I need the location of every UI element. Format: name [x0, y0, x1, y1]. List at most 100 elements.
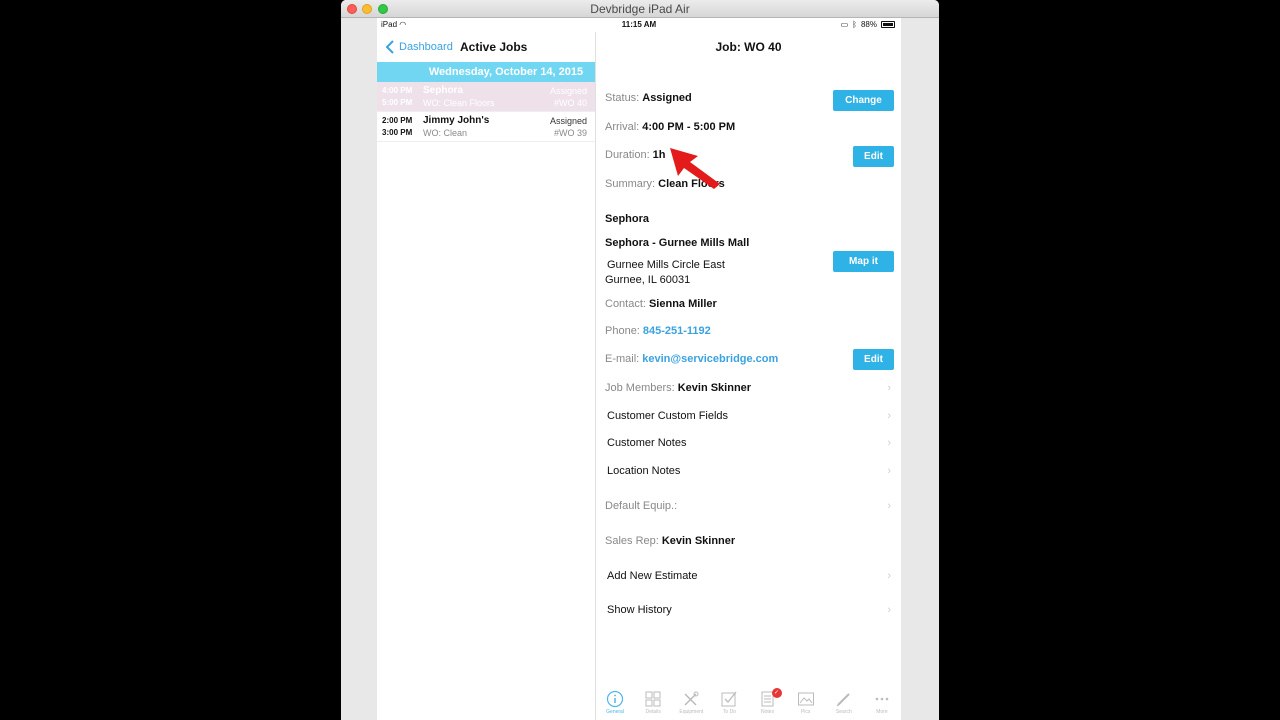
tab-details[interactable]: Details [635, 690, 671, 715]
customer-notes-row[interactable]: Customer Notes [607, 437, 686, 449]
show-history-row[interactable]: Show History [607, 604, 672, 616]
sales-rep-value: Kevin Skinner [661, 535, 736, 547]
status-label: Status: [605, 92, 640, 104]
email-field: E-mail: kevin@servicebridge.com [605, 353, 778, 365]
grid-icon [645, 691, 661, 707]
chevron-right-icon: › [887, 604, 891, 616]
phone-link[interactable]: 845-251-1192 [643, 325, 711, 337]
map-it-button[interactable]: Map it [833, 251, 894, 272]
tab-search[interactable]: Search [826, 690, 862, 715]
duration-field: Duration: 1h [605, 149, 665, 161]
status-right: ▭ ᛒ 88% [841, 20, 895, 29]
tab-label: More [876, 709, 888, 715]
job-customer-name: Sephora [423, 85, 464, 96]
phone-field: Phone: 845-251-1192 [605, 325, 711, 337]
date-header: Wednesday, October 14, 2015 [377, 62, 595, 82]
job-list-nav-bar: Dashboard Active Jobs [377, 32, 595, 62]
screen-mirror-icon: ▭ [840, 20, 849, 29]
job-work-order: WO: Clean Floors [423, 98, 495, 108]
job-work-order: WO: Clean [423, 128, 468, 138]
tab-notes[interactable]: ✓ Notes [750, 688, 786, 715]
job-members-value: Kevin Skinner [677, 382, 752, 394]
summary-label: Summary: [605, 178, 656, 190]
chevron-left-icon[interactable] [385, 40, 394, 54]
job-customer-name: Jimmy John's [423, 115, 490, 126]
notes-badge-check-icon: ✓ [771, 688, 782, 698]
address-line-2: Gurnee, IL 60031 [605, 274, 691, 286]
status-value: Assigned [642, 92, 692, 104]
email-link[interactable]: kevin@servicebridge.com [642, 353, 778, 365]
contact-field: Contact: Sienna Miller [605, 298, 717, 310]
job-number: #WO 39 [553, 128, 587, 138]
job-start-time: 4:00 PM [382, 86, 413, 95]
status-bar: iPad ◠ 11:15 AM ▭ ᛒ 88% [377, 18, 901, 32]
ipad-screen: iPad ◠ 11:15 AM ▭ ᛒ 88% Dashboard Active… [377, 18, 901, 720]
tab-label: To Do [722, 709, 736, 715]
window-titlebar: Devbridge iPad Air [341, 0, 939, 18]
tab-bar: General Details Equipment To Do ✓ Notes [596, 688, 901, 720]
customer-name: Sephora [605, 213, 650, 225]
ellipsis-icon [875, 697, 889, 701]
contact-value: Sienna Miller [648, 298, 717, 310]
job-members-label: Job Members: [605, 382, 675, 394]
job-end-time: 3:00 PM [382, 128, 413, 137]
image-icon [797, 692, 814, 706]
job-list-title: Active Jobs [460, 40, 528, 54]
arrival-label: Arrival: [605, 121, 640, 133]
chevron-right-icon: › [887, 500, 891, 512]
job-row-wo-39[interactable]: 2:00 PM 3:00 PM Jimmy John's WO: Clean A… [377, 112, 595, 142]
arrival-value: 4:00 PM - 5:00 PM [642, 121, 736, 133]
job-status: Assigned [549, 116, 587, 126]
battery-percent: 88% [860, 20, 877, 29]
address-line-1: Gurnee Mills Circle East [607, 259, 725, 271]
contact-label: Contact: [605, 298, 646, 310]
tab-label: Search [835, 709, 852, 715]
edit-duration-button[interactable]: Edit [853, 146, 894, 167]
job-list-pane: Dashboard Active Jobs Wednesday, October… [377, 32, 596, 720]
change-status-button[interactable]: Change [833, 90, 894, 111]
job-detail-title: Job: WO 40 [715, 40, 782, 54]
job-end-time: 5:00 PM [382, 98, 413, 107]
duration-label: Duration: [605, 149, 650, 161]
job-members-row[interactable]: Job Members: Kevin Skinner [605, 382, 751, 394]
pencil-icon [836, 693, 850, 707]
bluetooth-icon: ᛒ [852, 20, 857, 29]
location-name: Sephora - Gurnee Mills Mall [605, 237, 750, 249]
job-row-wo-40[interactable]: 4:00 PM 5:00 PM Sephora WO: Clean Floors… [377, 82, 595, 112]
window-title: Devbridge iPad Air [590, 2, 690, 16]
tab-more[interactable]: More [864, 690, 900, 715]
location-notes-row[interactable]: Location Notes [607, 465, 680, 477]
duration-value: 1h [652, 149, 666, 161]
job-detail-pane: Job: WO 40 Status: Assigned Change Arriva… [596, 32, 901, 720]
checkbox-icon [721, 691, 737, 707]
sales-rep-field: Sales Rep: Kevin Skinner [605, 535, 735, 547]
chevron-right-icon: › [887, 437, 891, 449]
back-to-dashboard-button[interactable]: Dashboard [399, 41, 453, 53]
chevron-right-icon: › [887, 382, 891, 394]
tab-label: Pics [800, 709, 811, 715]
customer-custom-fields-row[interactable]: Customer Custom Fields [607, 410, 728, 422]
add-new-estimate-row[interactable]: Add New Estimate [607, 570, 697, 582]
chevron-right-icon: › [887, 570, 891, 582]
edit-email-button[interactable]: Edit [853, 349, 894, 370]
default-equipment-row[interactable]: Default Equip.: [605, 500, 677, 512]
tab-pics[interactable]: Pics [788, 690, 824, 715]
tab-label: General [606, 709, 624, 715]
tab-to-do[interactable]: To Do [711, 690, 747, 715]
battery-icon [881, 21, 895, 28]
job-start-time: 2:00 PM [382, 116, 413, 125]
chevron-right-icon: › [887, 465, 891, 477]
status-time: 11:15 AM [621, 20, 657, 29]
tab-label: Equipment [679, 709, 704, 715]
sales-rep-label: Sales Rep: [605, 535, 659, 547]
chevron-right-icon: › [887, 410, 891, 422]
job-status: Assigned [549, 86, 587, 96]
job-number: #WO 40 [553, 98, 587, 108]
tools-icon [684, 691, 699, 706]
phone-label: Phone: [605, 325, 640, 337]
tab-general[interactable]: General [597, 690, 633, 715]
tab-equipment[interactable]: Equipment [673, 690, 709, 715]
tab-label: Notes [761, 709, 775, 715]
status-field: Status: Assigned [605, 92, 692, 104]
info-icon [606, 690, 624, 708]
